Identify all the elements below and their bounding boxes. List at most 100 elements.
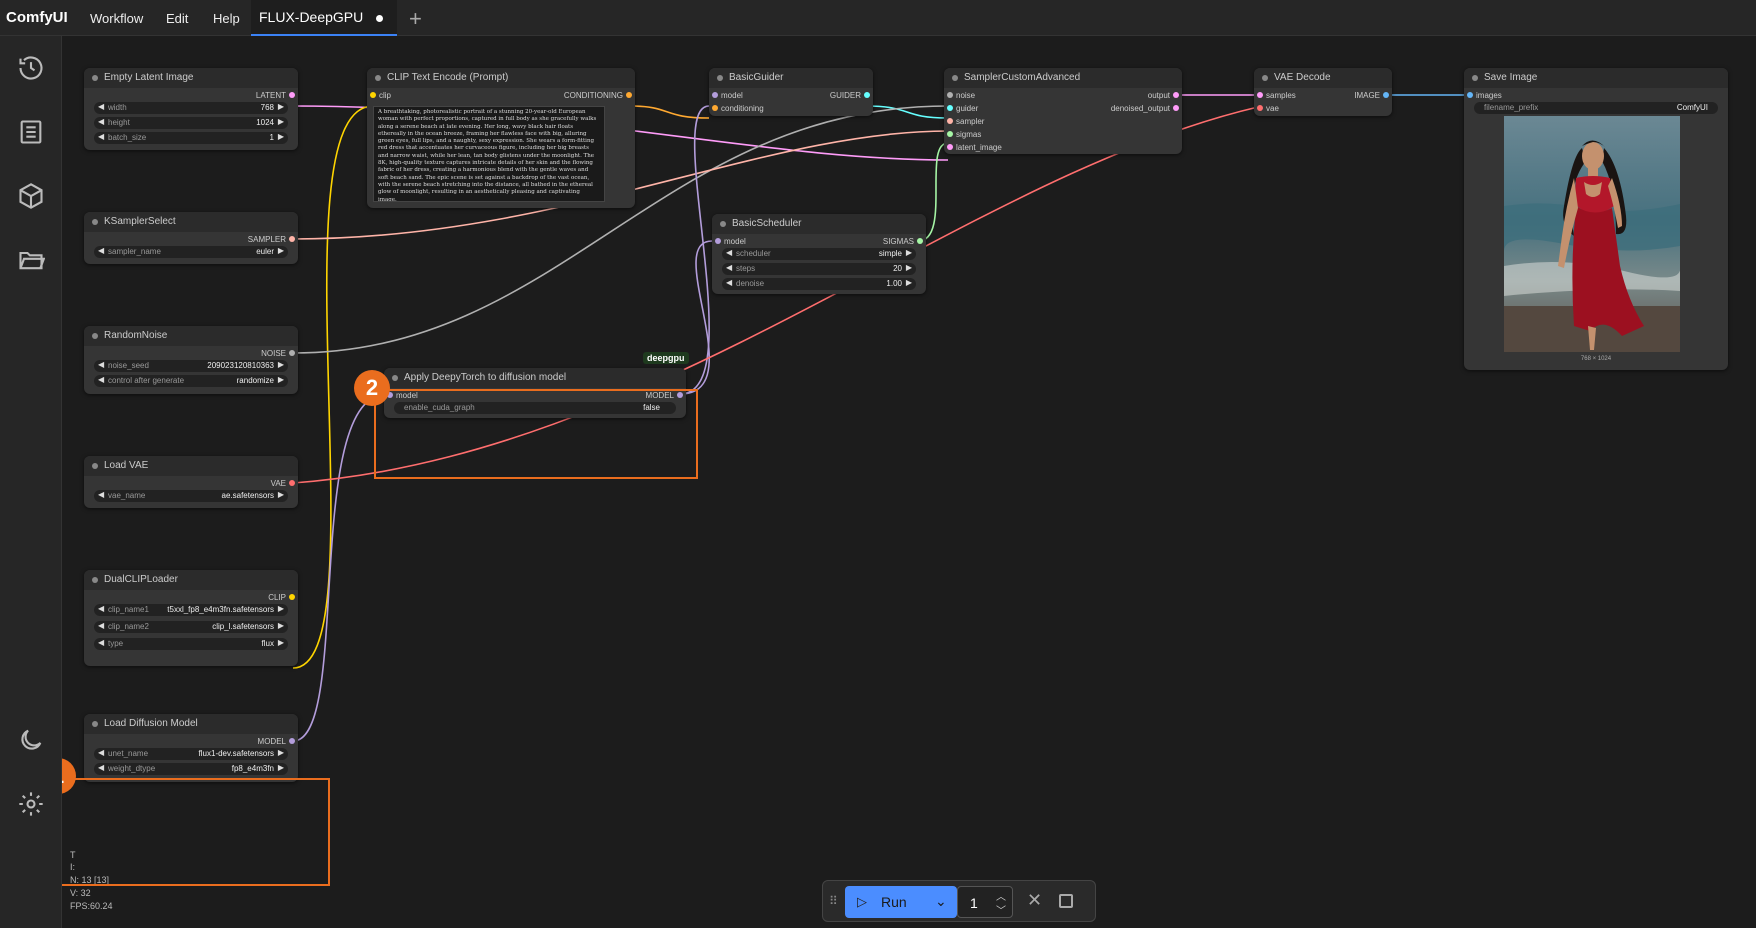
- output-pin-denoised-output[interactable]: [1173, 105, 1179, 111]
- collapse-dot-icon[interactable]: [717, 75, 723, 81]
- node-clip-text-encode[interactable]: CLIP Text Encode (Prompt) clip CONDITION…: [367, 68, 635, 208]
- input-pin-model[interactable]: [715, 238, 721, 244]
- input-slot-samples[interactable]: samples: [1266, 91, 1296, 100]
- model-library-icon[interactable]: [17, 182, 45, 210]
- collapse-dot-icon[interactable]: [392, 375, 398, 381]
- theme-toggle-icon[interactable]: [17, 726, 45, 754]
- run-button[interactable]: ▷ Run ⌄: [845, 886, 957, 918]
- node-ksampler-select[interactable]: KSamplerSelect SAMPLER ◀ sampler_name eule…: [84, 212, 298, 264]
- output-slot-model[interactable]: MODEL: [258, 737, 286, 746]
- node-title-bar[interactable]: RandomNoise: [84, 326, 298, 346]
- input-pin-guider[interactable]: [947, 105, 953, 111]
- queue-icon[interactable]: [17, 118, 45, 146]
- widget-filename-prefix[interactable]: filename_prefix ComfyUI: [1474, 102, 1718, 114]
- chevron-down-icon[interactable]: ⌄: [935, 893, 947, 910]
- input-slot-conditioning[interactable]: conditioning: [721, 104, 764, 113]
- prompt-textarea[interactable]: A breathtaking, photorealistic portrait …: [373, 106, 605, 202]
- widget-type[interactable]: ◀ type flux ▶: [94, 638, 288, 650]
- collapse-dot-icon[interactable]: [1262, 75, 1268, 81]
- workflows-icon[interactable]: [17, 246, 45, 274]
- input-pin-sigmas[interactable]: [947, 131, 953, 137]
- widget-weight-dtype[interactable]: ◀ weight_dtype fp8_e4m3fn ▶: [94, 763, 288, 775]
- input-pin-sampler[interactable]: [947, 118, 953, 124]
- output-slot-vae[interactable]: VAE: [271, 479, 286, 488]
- widget-scheduler[interactable]: ◀ scheduler simple ▶: [722, 248, 916, 260]
- input-pin-latent-image[interactable]: [947, 144, 953, 150]
- increment-arrow-icon[interactable]: ▶: [278, 621, 284, 630]
- app-logo[interactable]: ComfyUI: [6, 9, 68, 26]
- node-sampler-custom-advanced[interactable]: SamplerCustomAdvanced noise guider sampl…: [944, 68, 1182, 154]
- menu-workflow[interactable]: Workflow: [90, 11, 143, 26]
- widget-sampler-name[interactable]: ◀ sampler_name euler ▶: [94, 246, 288, 258]
- history-icon[interactable]: [17, 54, 45, 82]
- input-slot-latent-image[interactable]: latent_image: [956, 143, 1002, 152]
- widget-height[interactable]: ◀ height 1024 ▶: [94, 117, 288, 129]
- stop-icon[interactable]: [1059, 894, 1073, 908]
- output-pin-model[interactable]: [289, 738, 295, 744]
- collapse-dot-icon[interactable]: [1472, 75, 1478, 81]
- cancel-icon[interactable]: ✕: [1027, 890, 1042, 911]
- collapse-dot-icon[interactable]: [92, 75, 98, 81]
- decrement-arrow-icon[interactable]: ◀: [98, 490, 104, 499]
- increment-arrow-icon[interactable]: ▶: [278, 490, 284, 499]
- output-pin-noise[interactable]: [289, 350, 295, 356]
- node-vae-decode[interactable]: VAE Decode samples vae IMAGE: [1254, 68, 1392, 116]
- output-pin-image[interactable]: [1383, 92, 1389, 98]
- node-empty-latent-image[interactable]: Empty Latent Image LATENT ◀ width 768 ▶ ◀ he…: [84, 68, 298, 150]
- decrement-arrow-icon[interactable]: ◀: [98, 246, 104, 255]
- menu-edit[interactable]: Edit: [166, 11, 188, 26]
- increment-arrow-icon[interactable]: ▶: [278, 360, 284, 369]
- decrement-arrow-icon[interactable]: ◀: [726, 278, 732, 287]
- input-slot-images[interactable]: images: [1476, 91, 1502, 100]
- decrement-arrow-icon[interactable]: ◀: [98, 604, 104, 613]
- increment-arrow-icon[interactable]: ▶: [906, 263, 912, 272]
- output-pin-vae[interactable]: [289, 480, 295, 486]
- decrement-arrow-icon[interactable]: ◀: [98, 638, 104, 647]
- decrement-arrow-icon[interactable]: ◀: [98, 102, 104, 111]
- input-slot-clip[interactable]: clip: [379, 91, 391, 100]
- increment-arrow-icon[interactable]: ▶: [278, 246, 284, 255]
- output-slot-guider[interactable]: GUIDER: [830, 91, 861, 100]
- collapse-dot-icon[interactable]: [92, 333, 98, 339]
- node-basic-scheduler[interactable]: BasicScheduler model SIGMAS ◀ scheduler si…: [712, 214, 926, 294]
- stepper-down-icon[interactable]: ﹀: [996, 902, 1006, 917]
- decrement-arrow-icon[interactable]: ◀: [98, 621, 104, 630]
- node-title-bar[interactable]: KSamplerSelect: [84, 212, 298, 232]
- output-pin-output[interactable]: [1173, 92, 1179, 98]
- node-title-bar[interactable]: BasicGuider: [709, 68, 873, 88]
- collapse-dot-icon[interactable]: [92, 463, 98, 469]
- node-title-bar[interactable]: CLIP Text Encode (Prompt): [367, 68, 635, 88]
- node-load-diffusion-model[interactable]: Load Diffusion Model MODEL ◀ unet_name flu…: [84, 714, 298, 782]
- generated-image-preview[interactable]: [1504, 116, 1680, 352]
- increment-arrow-icon[interactable]: ▶: [278, 748, 284, 757]
- input-pin-samples[interactable]: [1257, 92, 1263, 98]
- widget-control-after-generate[interactable]: ◀ control after generate randomize ▶: [94, 375, 288, 387]
- input-pin-clip[interactable]: [370, 92, 376, 98]
- node-title-bar[interactable]: Load Diffusion Model: [84, 714, 298, 734]
- increment-arrow-icon[interactable]: ▶: [278, 132, 284, 141]
- decrement-arrow-icon[interactable]: ◀: [98, 763, 104, 772]
- decrement-arrow-icon[interactable]: ◀: [98, 748, 104, 757]
- widget-vae-name[interactable]: ◀ vae_name ae.safetensors ▶: [94, 490, 288, 502]
- input-pin-images[interactable]: [1467, 92, 1473, 98]
- output-pin-clip[interactable]: [289, 594, 295, 600]
- node-title-bar[interactable]: Empty Latent Image: [84, 68, 298, 88]
- new-tab-plus-icon[interactable]: +: [409, 6, 422, 32]
- node-load-vae[interactable]: Load VAE VAE ◀ vae_name ae.safetensors ▶: [84, 456, 298, 508]
- drag-handle-icon[interactable]: ⠿: [829, 894, 838, 908]
- unsaved-dot-icon[interactable]: [376, 15, 383, 22]
- node-title-bar[interactable]: DualCLIPLoader: [84, 570, 298, 590]
- node-basic-guider[interactable]: BasicGuider model conditioning GUIDER: [709, 68, 873, 116]
- increment-arrow-icon[interactable]: ▶: [278, 604, 284, 613]
- batch-count-stepper[interactable]: 1 ︿ ﹀: [957, 886, 1013, 918]
- output-pin-latent[interactable]: [289, 92, 295, 98]
- increment-arrow-icon[interactable]: ▶: [278, 638, 284, 647]
- widget-clip-name2[interactable]: ◀ clip_name2 clip_l.safetensors ▶: [94, 621, 288, 633]
- input-pin-vae[interactable]: [1257, 105, 1263, 111]
- node-dual-clip-loader[interactable]: DualCLIPLoader CLIP ◀ clip_name1 t5xxl_fp8…: [84, 570, 298, 666]
- increment-arrow-icon[interactable]: ▶: [278, 375, 284, 384]
- collapse-dot-icon[interactable]: [375, 75, 381, 81]
- increment-arrow-icon[interactable]: ▶: [906, 278, 912, 287]
- input-slot-vae[interactable]: vae: [1266, 104, 1279, 113]
- output-slot-noise[interactable]: NOISE: [261, 349, 286, 358]
